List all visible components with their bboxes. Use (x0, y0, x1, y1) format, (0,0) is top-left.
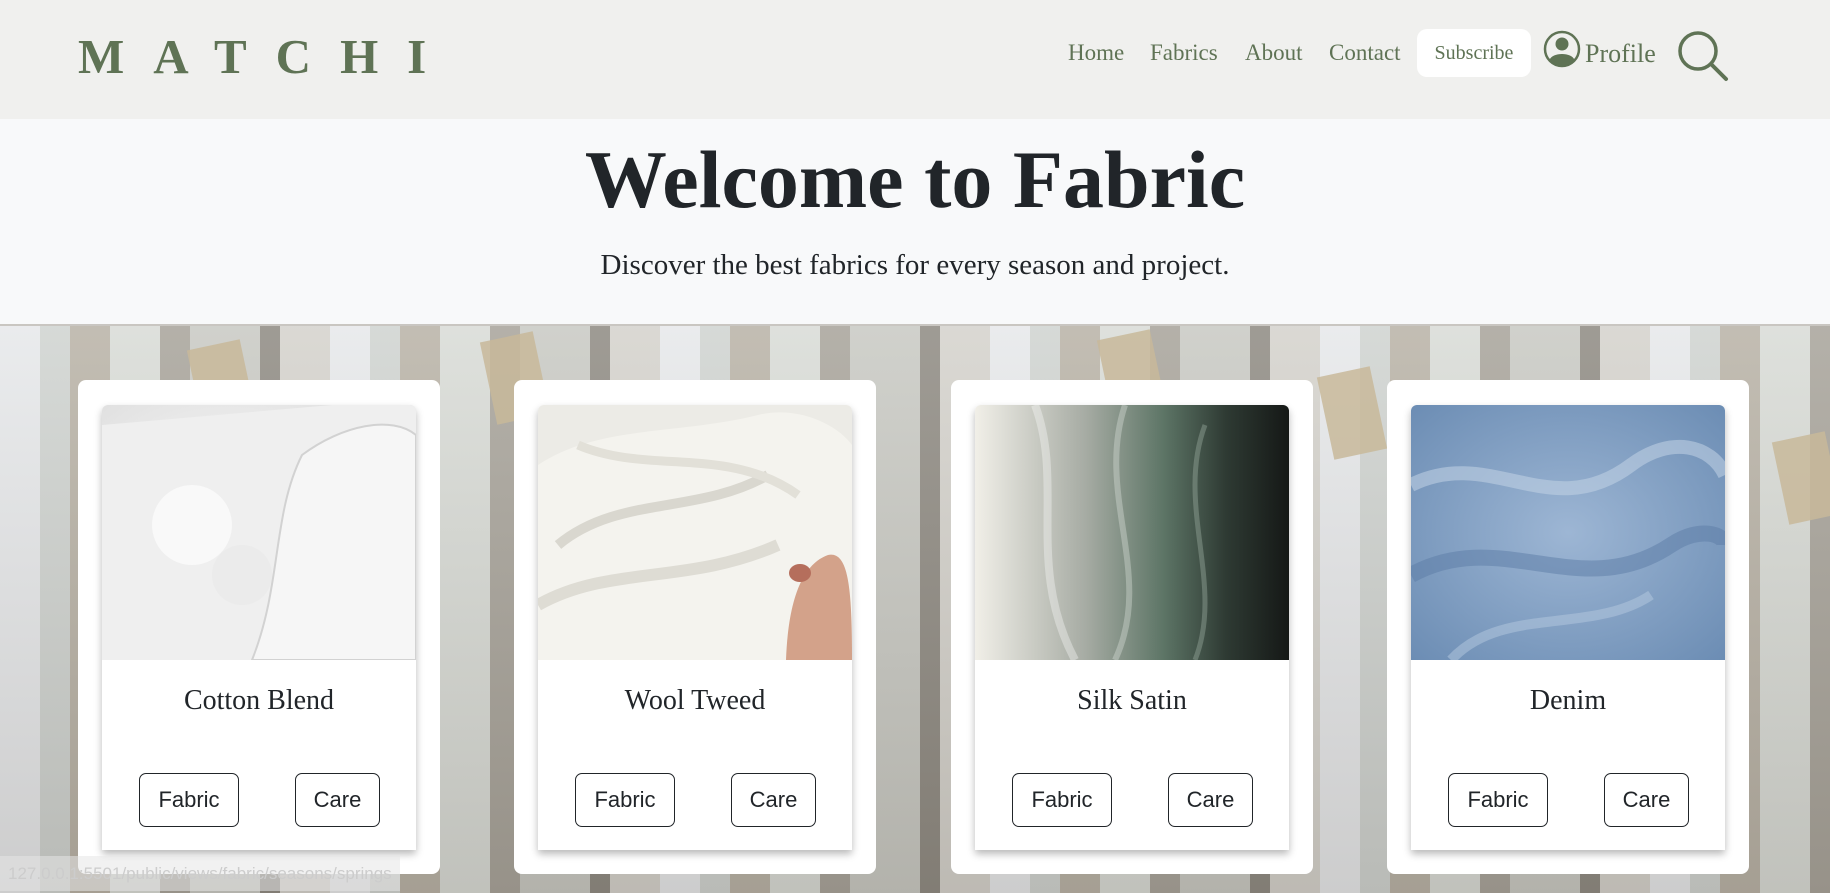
site-header: MATCHI Home Fabrics About Contact Subscr… (0, 0, 1830, 119)
search-button[interactable] (1677, 30, 1729, 82)
care-button[interactable]: Care (295, 773, 380, 827)
hero-title: Welcome to Fabric (584, 134, 1246, 225)
silk-satin-image (975, 405, 1289, 660)
profile-link[interactable]: Profile (1543, 30, 1656, 73)
fabric-card-body: Denim Fabric Care (1411, 405, 1725, 850)
cotton-blend-image (102, 405, 416, 660)
care-button[interactable]: Care (1604, 773, 1689, 827)
wool-tweed-image (538, 405, 852, 660)
hero-section: Welcome to Fabric Discover the best fabr… (0, 119, 1830, 324)
card-title: Silk Satin (1077, 685, 1187, 716)
nav-fabrics[interactable]: Fabrics (1150, 40, 1218, 66)
price-tag-decoration (1316, 366, 1388, 460)
fabric-card: Denim Fabric Care (1387, 380, 1749, 874)
fabric-card-body: Cotton Blend Fabric Care (102, 405, 416, 850)
fabric-card-body: Silk Satin Fabric Care (975, 405, 1289, 850)
fabric-button[interactable]: Fabric (575, 773, 675, 827)
subscribe-button[interactable]: Subscribe (1417, 29, 1531, 77)
card-title: Denim (1529, 685, 1607, 716)
price-tag-decoration (1771, 431, 1830, 525)
user-circle-icon (1543, 30, 1581, 73)
fabric-card: Silk Satin Fabric Care (951, 380, 1313, 874)
link-status-bar: 127.0.0.1:5501/public/views/fabric/seaso… (0, 856, 400, 891)
search-icon (1677, 31, 1729, 86)
fabric-card: Wool Tweed Fabric Care (514, 380, 876, 874)
card-title: Cotton Blend (183, 685, 335, 716)
fabric-card: Cotton Blend Fabric Care (78, 380, 440, 874)
fabric-button[interactable]: Fabric (1012, 773, 1112, 827)
fabric-button[interactable]: Fabric (1448, 773, 1548, 827)
care-button[interactable]: Care (1168, 773, 1253, 827)
nav-contact[interactable]: Contact (1329, 40, 1401, 66)
hero-subtitle: Discover the best fabrics for every seas… (600, 249, 1230, 281)
card-title: Wool Tweed (624, 685, 766, 716)
fabric-button[interactable]: Fabric (139, 773, 239, 827)
fabric-card-body: Wool Tweed Fabric Care (538, 405, 852, 850)
site-logo[interactable]: MATCHI (78, 28, 455, 85)
nav-about[interactable]: About (1245, 40, 1303, 66)
denim-image (1411, 405, 1725, 660)
nav-home[interactable]: Home (1068, 40, 1124, 66)
profile-label: Profile (1585, 38, 1656, 68)
care-button[interactable]: Care (731, 773, 816, 827)
